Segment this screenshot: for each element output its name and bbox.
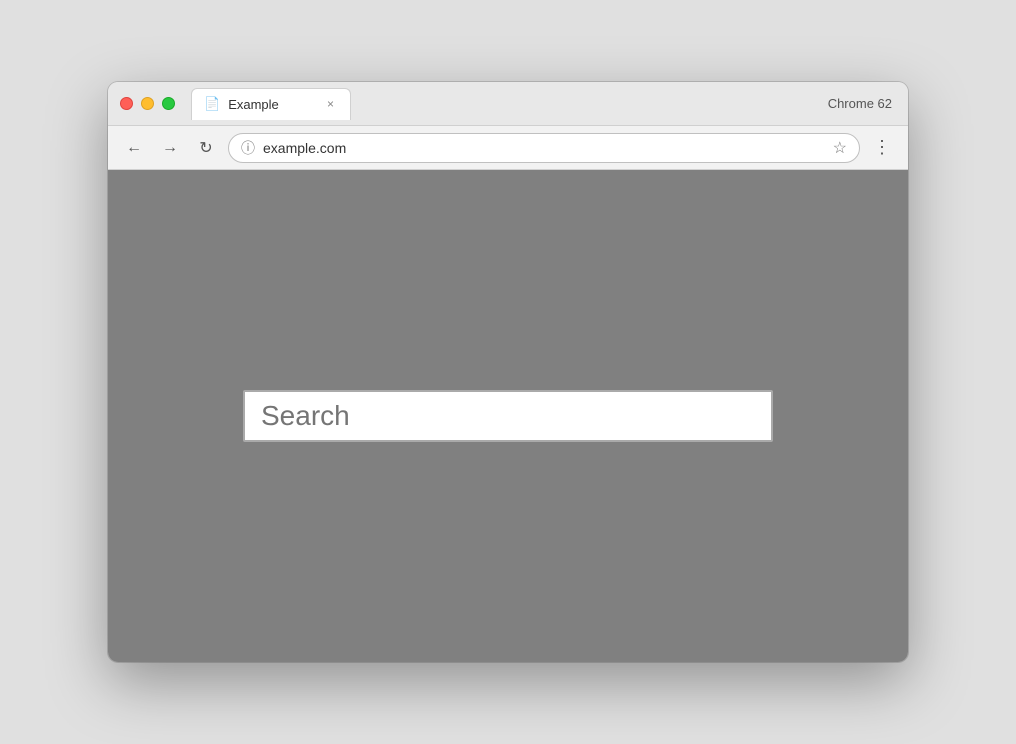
tab-close-button[interactable]: × (323, 95, 338, 113)
browser-tab[interactable]: 📄 Example × (191, 88, 351, 120)
url-text: example.com (263, 140, 825, 156)
nav-bar: ← → ↻ ⓘ example.com ☆ ⋮ (108, 126, 908, 170)
title-bar: 📄 Example × Chrome 62 (108, 82, 908, 126)
back-button[interactable]: ← (120, 134, 148, 162)
tab-page-icon: 📄 (204, 96, 220, 112)
tab-title: Example (228, 97, 315, 112)
chrome-version-label: Chrome 62 (828, 96, 896, 111)
close-button[interactable] (120, 97, 133, 110)
browser-window: 📄 Example × Chrome 62 ← → ↻ ⓘ example.co… (108, 82, 908, 662)
tab-bar: 📄 Example × (191, 88, 828, 120)
menu-button[interactable]: ⋮ (868, 134, 896, 162)
address-bar[interactable]: ⓘ example.com ☆ (228, 133, 860, 163)
reload-button[interactable]: ↻ (192, 134, 220, 162)
info-icon: ⓘ (241, 138, 255, 158)
window-controls (120, 97, 175, 110)
minimize-button[interactable] (141, 97, 154, 110)
page-content (108, 170, 908, 662)
forward-button[interactable]: → (156, 134, 184, 162)
search-input[interactable] (243, 390, 773, 442)
bookmark-icon[interactable]: ☆ (833, 138, 847, 158)
maximize-button[interactable] (162, 97, 175, 110)
